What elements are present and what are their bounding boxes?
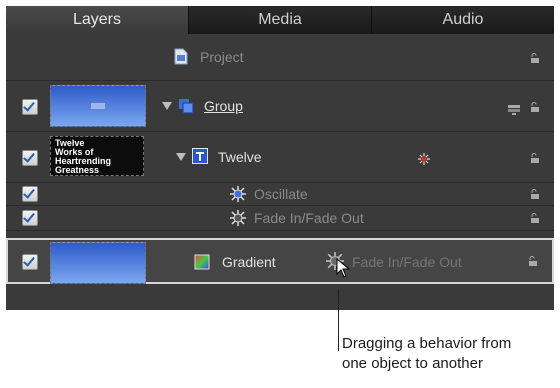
fade-checkbox[interactable] — [22, 210, 38, 226]
callout-caption: Dragging a behavior from one object to a… — [342, 334, 511, 374]
lock-icon[interactable] — [530, 213, 540, 223]
tab-layers[interactable]: Layers — [6, 6, 189, 34]
gradient-icon — [194, 254, 210, 270]
group-row[interactable]: Group — [6, 81, 554, 132]
disclosure-triangle-icon[interactable] — [162, 102, 172, 110]
gradient-label[interactable]: Gradient — [222, 254, 276, 270]
tab-audio[interactable]: Audio — [372, 6, 554, 34]
behavior-gear-icon — [230, 186, 246, 202]
group-label[interactable]: Group — [204, 98, 243, 114]
tab-media[interactable]: Media — [189, 6, 372, 34]
layers-panel: Layers Media Audio Project Group Twelve … — [6, 6, 554, 310]
behavior-gear-icon — [230, 210, 246, 226]
behavior-icon[interactable] — [418, 152, 430, 170]
twelve-thumbnail: Twelve Works of Heartrending Greatness — [50, 136, 144, 176]
project-label: Project — [200, 49, 244, 65]
disclosure-triangle-icon[interactable] — [176, 153, 186, 161]
cursor-arrow-icon — [336, 257, 352, 278]
oscillate-label: Oscillate — [254, 186, 308, 202]
gradient-row[interactable]: Gradient Fade In/Fade Out — [6, 238, 554, 284]
lock-icon[interactable] — [530, 53, 540, 63]
tab-bar: Layers Media Audio — [6, 6, 554, 34]
twelve-row[interactable]: Twelve Works of Heartrending Greatness T… — [6, 132, 554, 183]
text-layer-icon — [192, 148, 208, 164]
thumb-glyph — [91, 103, 105, 109]
lock-icon[interactable] — [530, 189, 540, 199]
callout-line — [338, 289, 339, 351]
project-file-icon — [174, 48, 190, 65]
fade-row[interactable]: Fade In/Fade Out — [6, 206, 554, 231]
group-options-icon[interactable] — [508, 102, 520, 120]
project-row[interactable]: Project — [6, 34, 554, 81]
group-thumbnail — [50, 85, 146, 127]
twelve-label[interactable]: Twelve — [218, 149, 262, 165]
group-icon — [178, 98, 194, 114]
dragged-behavior-label: Fade In/Fade Out — [352, 254, 462, 270]
twelve-checkbox[interactable] — [22, 150, 38, 166]
lock-icon[interactable] — [528, 256, 538, 266]
group-checkbox[interactable] — [22, 99, 38, 115]
lock-icon[interactable] — [530, 102, 540, 112]
callout-line-1: Dragging a behavior from — [342, 335, 512, 352]
fade-label: Fade In/Fade Out — [254, 210, 364, 226]
gradient-thumbnail — [50, 242, 146, 284]
lock-icon[interactable] — [530, 153, 540, 163]
oscillate-checkbox[interactable] — [22, 186, 38, 202]
callout-line-2: one object to another — [342, 355, 483, 372]
oscillate-row[interactable]: Oscillate — [6, 183, 554, 206]
gradient-checkbox[interactable] — [22, 254, 38, 270]
